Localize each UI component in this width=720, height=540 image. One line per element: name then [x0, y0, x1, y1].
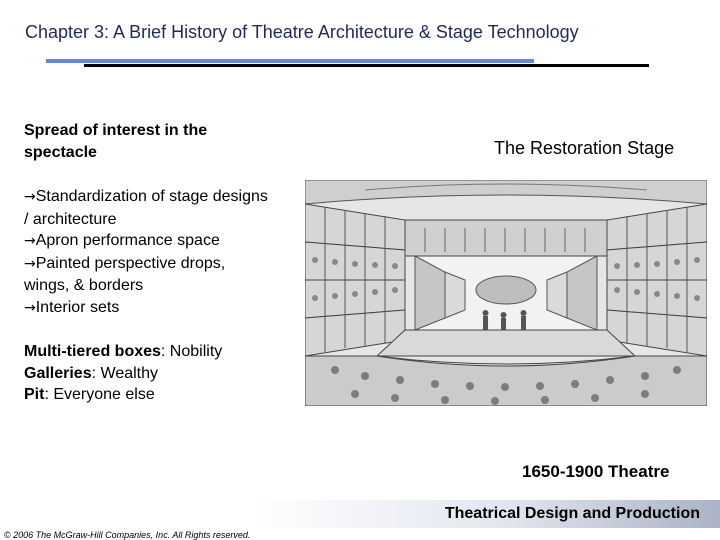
bullet-item: →Interior sets [24, 298, 120, 316]
bullet-item: →Standardization of stage designs / arch… [24, 188, 268, 228]
left-column: Spread of interest in the spectacle →Sta… [24, 120, 274, 406]
title-rule-black [84, 64, 649, 67]
tier-pit: Pit: Everyone else [24, 386, 155, 403]
title-rule-blue [46, 59, 534, 63]
right-arrow-icon: → [24, 189, 36, 205]
bullet-item: →Painted perspective drops, wings, & bor… [24, 254, 226, 295]
right-arrow-icon: → [24, 233, 36, 249]
era-label: 1650-1900 Theatre [522, 462, 670, 481]
slide-title: Chapter 3: A Brief History of Theatre Ar… [25, 22, 579, 42]
tier-galleries: Galleries: Wealthy [24, 364, 159, 382]
right-arrow-icon: → [24, 299, 36, 316]
right-arrow-icon: → [24, 255, 36, 272]
restoration-stage-illustration [305, 180, 707, 406]
bullet-list: →Standardization of stage designs / arch… [24, 186, 274, 319]
tier-boxes: Multi-tiered boxes: Nobility [24, 343, 223, 360]
section-heading: Spread of interest in the spectacle [24, 122, 208, 161]
copyright-notice: © 2006 The McGraw-Hill Companies, Inc. A… [4, 530, 251, 540]
image-title: The Restoration Stage [494, 138, 675, 158]
bullet-item: →Apron performance space [24, 232, 220, 249]
seating-tiers: Multi-tiered boxes: Nobility Galleries: … [24, 341, 274, 406]
footer-title: Theatrical Design and Production [444, 505, 700, 522]
